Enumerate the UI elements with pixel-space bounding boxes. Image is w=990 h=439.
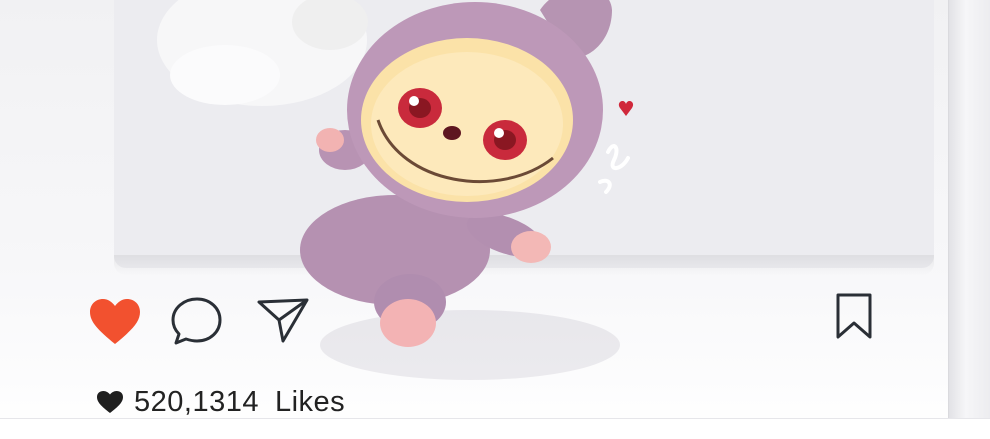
heart-filled-icon <box>90 299 140 344</box>
heart-small-icon <box>97 391 123 413</box>
save-button[interactable] <box>834 292 874 340</box>
plush-toy-illustration <box>157 0 634 380</box>
paper-plane-icon <box>257 298 309 343</box>
comment-button[interactable] <box>170 296 224 346</box>
likes-count: 520,1314 <box>134 385 259 418</box>
likes-label: Likes <box>274 385 346 418</box>
likes-summary: 520,1314 Likes <box>96 382 345 422</box>
like-button[interactable] <box>88 298 142 346</box>
comment-bubble-icon <box>171 297 222 345</box>
bottom-strip <box>0 418 990 439</box>
white-plush <box>157 0 368 106</box>
share-button[interactable] <box>256 296 310 344</box>
doodle-decoration <box>598 101 634 194</box>
bookmark-icon <box>836 293 872 339</box>
